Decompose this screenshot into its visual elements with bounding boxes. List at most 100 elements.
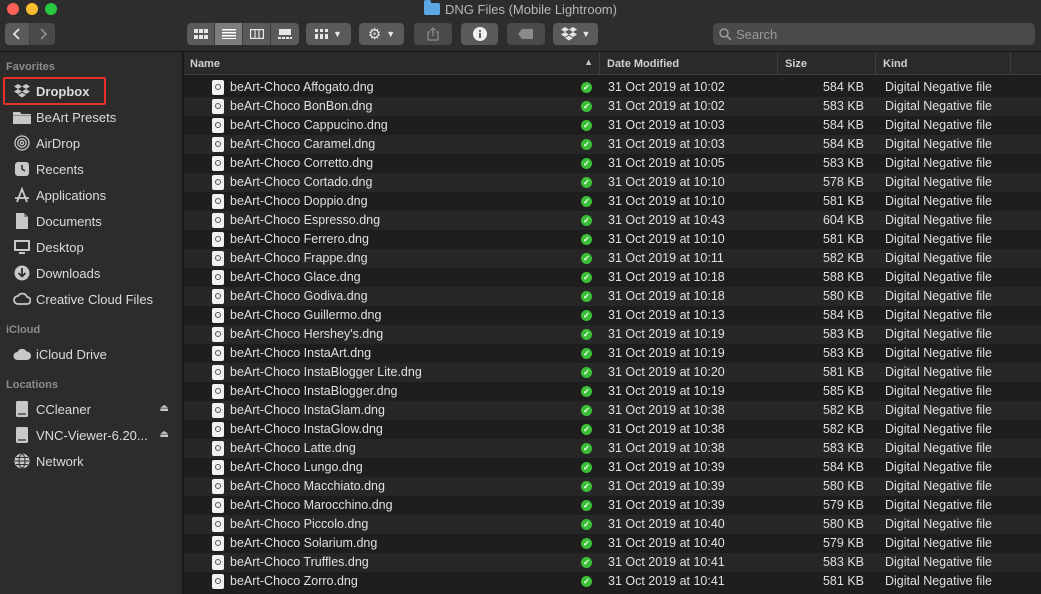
file-row[interactable]: beArt-Choco Espresso.dng ✓ 31 Oct 2019 at … <box>184 211 1041 230</box>
column-header-date-modified[interactable]: Date Modified <box>601 52 778 75</box>
forward-button[interactable] <box>30 23 55 45</box>
file-row[interactable]: beArt-Choco Frappe.dng ✓ 31 Oct 2019 at 10… <box>184 249 1041 268</box>
file-date-modified: 31 Oct 2019 at 10:13 <box>608 308 725 322</box>
back-button[interactable] <box>5 23 30 45</box>
dropbox-highlight-box <box>3 77 106 105</box>
file-date-modified: 31 Oct 2019 at 10:39 <box>608 460 725 474</box>
column-header-size[interactable]: Size <box>779 52 876 75</box>
sync-status-check-icon: ✓ <box>581 82 592 93</box>
file-row[interactable]: beArt-Choco Guillermo.dng ✓ 31 Oct 2019 at… <box>184 306 1041 325</box>
sidebar-item-icloud-drive[interactable]: iCloud Drive <box>5 342 177 366</box>
dng-file-icon <box>212 422 224 437</box>
list-view-button[interactable] <box>215 23 243 45</box>
file-row[interactable]: beArt-Choco Solarium.dng ✓ 31 Oct 2019 at … <box>184 534 1041 553</box>
sync-status-check-icon: ✓ <box>581 139 592 150</box>
sidebar-item-beart-presets[interactable]: BeArt Presets <box>5 105 177 129</box>
sidebar-item-ccleaner[interactable]: CCleaner ⏏ <box>5 397 177 421</box>
icon-view-button[interactable] <box>187 23 215 45</box>
file-row[interactable]: beArt-Choco Affogato.dng ✓ 31 Oct 2019 at … <box>184 78 1041 97</box>
gallery-view-button[interactable] <box>271 23 299 45</box>
file-row[interactable]: beArt-Choco Corretto.dng ✓ 31 Oct 2019 at … <box>184 154 1041 173</box>
file-row[interactable]: beArt-Choco InstaGlow.dng ✓ 31 Oct 2019 at… <box>184 420 1041 439</box>
group-by-button[interactable]: ▼ <box>306 23 351 45</box>
file-row[interactable]: beArt-Choco Cortado.dng ✓ 31 Oct 2019 at 1… <box>184 173 1041 192</box>
file-row[interactable]: beArt-Choco InstaArt.dng ✓ 31 Oct 2019 at … <box>184 344 1041 363</box>
sync-status-check-icon: ✓ <box>581 424 592 435</box>
sidebar-item-airdrop[interactable]: AirDrop <box>5 131 177 155</box>
eject-icon[interactable]: ⏏ <box>160 403 169 414</box>
file-name: beArt-Choco Macchiato.dng <box>230 479 385 493</box>
file-row[interactable]: beArt-Choco InstaGlam.dng ✓ 31 Oct 2019 at… <box>184 401 1041 420</box>
file-name: beArt-Choco Guillermo.dng <box>230 308 382 322</box>
file-row[interactable]: beArt-Choco Macchiato.dng ✓ 31 Oct 2019 at… <box>184 477 1041 496</box>
file-kind: Digital Negative file <box>885 536 992 550</box>
grid-icon <box>315 29 329 39</box>
file-row[interactable]: beArt-Choco Godiva.dng ✓ 31 Oct 2019 at 10… <box>184 287 1041 306</box>
file-name: beArt-Choco Affogato.dng <box>230 80 374 94</box>
file-row[interactable]: beArt-Choco BonBon.dng ✓ 31 Oct 2019 at 10… <box>184 97 1041 116</box>
file-size: 584 KB <box>822 80 864 94</box>
sync-status-check-icon: ✓ <box>581 196 592 207</box>
share-button[interactable] <box>414 23 452 45</box>
sidebar-item-label: Recents <box>36 161 84 177</box>
sidebar-item-label: Downloads <box>36 265 101 281</box>
sidebar-item-applications[interactable]: Applications <box>5 183 177 207</box>
file-row[interactable]: beArt-Choco Piccolo.dng ✓ 31 Oct 2019 at 1… <box>184 515 1041 534</box>
file-row[interactable]: beArt-Choco Lungo.dng ✓ 31 Oct 2019 at 10:… <box>184 458 1041 477</box>
sidebar-item-recents[interactable]: Recents <box>5 157 177 181</box>
sync-status-check-icon: ✓ <box>581 367 592 378</box>
file-rows: beArt-Choco Affogato.dng ✓ 31 Oct 2019 at … <box>184 78 1041 591</box>
file-name: beArt-Choco BonBon.dng <box>230 99 373 113</box>
file-row[interactable]: beArt-Choco Cappucino.dng ✓ 31 Oct 2019 at… <box>184 116 1041 135</box>
dropbox-menu-button[interactable]: ▼ <box>553 23 598 45</box>
file-date-modified: 31 Oct 2019 at 10:19 <box>608 327 725 341</box>
file-kind: Digital Negative file <box>885 384 992 398</box>
file-row[interactable]: beArt-Choco Marocchino.dng ✓ 31 Oct 2019 a… <box>184 496 1041 515</box>
sidebar-item-desktop[interactable]: Desktop <box>5 235 177 259</box>
file-kind: Digital Negative file <box>885 346 992 360</box>
file-list: Name ▲ Date Modified Size Kind beArt-Cho… <box>184 52 1041 594</box>
file-row[interactable]: beArt-Choco InstaBlogger.dng ✓ 31 Oct 2019… <box>184 382 1041 401</box>
column-header-kind[interactable]: Kind <box>877 52 1011 75</box>
file-name: beArt-Choco Solarium.dng <box>230 536 378 550</box>
get-info-button[interactable] <box>461 23 498 45</box>
file-kind: Digital Negative file <box>885 289 992 303</box>
file-row[interactable]: beArt-Choco Latte.dng ✓ 31 Oct 2019 at 10:… <box>184 439 1041 458</box>
disk-icon <box>13 427 31 443</box>
file-row[interactable]: beArt-Choco Caramel.dng ✓ 31 Oct 2019 at 1… <box>184 135 1041 154</box>
file-row[interactable]: beArt-Choco Truffles.dng ✓ 31 Oct 2019 at … <box>184 553 1041 572</box>
file-row[interactable]: beArt-Choco Glace.dng ✓ 31 Oct 2019 at 10:… <box>184 268 1041 287</box>
sort-ascending-icon: ▲ <box>584 57 593 67</box>
chevron-down-icon: ▼ <box>333 29 342 39</box>
file-row[interactable]: beArt-Choco Hershey's.dng ✓ 31 Oct 2019 at… <box>184 325 1041 344</box>
eject-icon[interactable]: ⏏ <box>160 429 169 440</box>
tags-button[interactable] <box>507 23 545 45</box>
file-name: beArt-Choco InstaBlogger.dng <box>230 384 398 398</box>
file-row[interactable]: beArt-Choco Ferrero.dng ✓ 31 Oct 2019 at 1… <box>184 230 1041 249</box>
dng-file-icon <box>212 308 224 323</box>
file-row[interactable]: beArt-Choco Doppio.dng ✓ 31 Oct 2019 at 10… <box>184 192 1041 211</box>
file-kind: Digital Negative file <box>885 270 992 284</box>
column-header-name[interactable]: Name ▲ <box>184 52 600 75</box>
action-menu-button[interactable]: ⚙ ▼ <box>359 23 404 45</box>
file-kind: Digital Negative file <box>885 194 992 208</box>
sidebar-item-vnc-viewer[interactable]: VNC-Viewer-6.20... ⏏ <box>5 423 177 447</box>
sync-status-check-icon: ✓ <box>581 500 592 511</box>
sidebar-item-network[interactable]: Network <box>5 449 177 473</box>
column-view-button[interactable] <box>243 23 271 45</box>
file-size: 583 KB <box>822 327 864 341</box>
file-row[interactable]: beArt-Choco Zorro.dng ✓ 31 Oct 2019 at 10:… <box>184 572 1041 591</box>
sidebar-item-downloads[interactable]: Downloads <box>5 261 177 285</box>
file-size: 582 KB <box>822 403 864 417</box>
tag-icon <box>518 29 533 39</box>
sidebar-item-creative-cloud-files[interactable]: Creative Cloud Files <box>5 287 177 311</box>
sidebar-item-documents[interactable]: Documents <box>5 209 177 233</box>
search-input[interactable] <box>736 26 1026 42</box>
file-date-modified: 31 Oct 2019 at 10:05 <box>608 156 725 170</box>
search-field[interactable] <box>713 23 1035 45</box>
sync-status-check-icon: ✓ <box>581 158 592 169</box>
dng-file-icon <box>212 365 224 380</box>
sidebar-item-label: Desktop <box>36 239 84 255</box>
sidebar-item-label: Creative Cloud Files <box>36 291 154 307</box>
file-row[interactable]: beArt-Choco InstaBlogger Lite.dng ✓ 31 Oct… <box>184 363 1041 382</box>
